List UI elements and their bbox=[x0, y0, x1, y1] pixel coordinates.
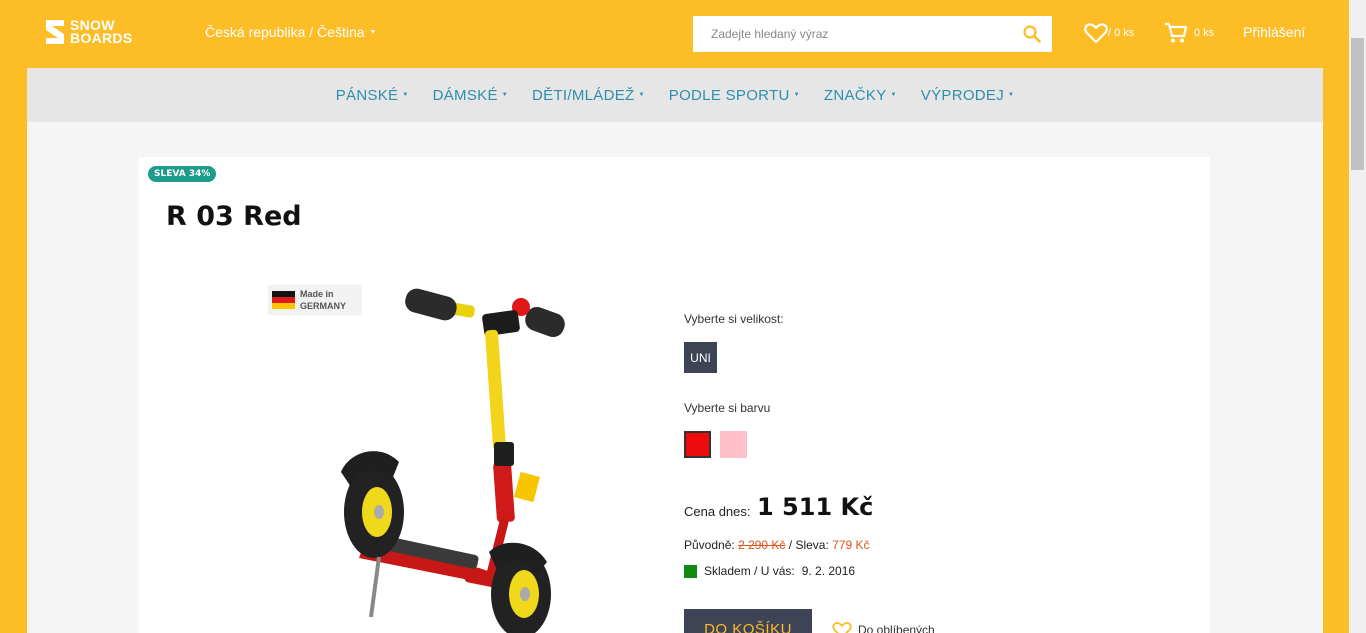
heart-icon bbox=[832, 622, 852, 633]
color-label: Vyberte si barvu bbox=[684, 401, 771, 415]
cart-count: 0 ks bbox=[1194, 27, 1215, 39]
nav-item-znacky[interactable]: ZNAČKY ▼ bbox=[812, 87, 909, 104]
favorites-link[interactable]: / 0 ks bbox=[1084, 22, 1134, 44]
discount-value: 779 Kč bbox=[832, 538, 870, 552]
search-input[interactable] bbox=[693, 16, 1012, 52]
nav-item-deti[interactable]: DĚTI/MLÁDEŽ ▼ bbox=[520, 87, 657, 104]
chevron-down-icon: ▼ bbox=[793, 92, 800, 98]
product-image[interactable] bbox=[319, 282, 579, 633]
logo-icon bbox=[46, 20, 64, 44]
color-swatch-red[interactable] bbox=[684, 431, 711, 458]
chevron-down-icon: ▼ bbox=[890, 92, 897, 98]
chevron-down-icon: ▼ bbox=[638, 92, 645, 98]
search-bar bbox=[693, 16, 1052, 52]
nav-item-vyprodej[interactable]: VÝPRODEJ ▼ bbox=[909, 87, 1027, 104]
product-price: 1 511 Kč bbox=[757, 493, 874, 521]
favorites-count: / 0 ks bbox=[1108, 27, 1135, 39]
size-label: Vyberte si velikost: bbox=[684, 312, 784, 326]
original-price-row: Původně: 2 290 Kč / Sleva: 779 Kč bbox=[684, 538, 870, 552]
product-title: R 03 Red bbox=[166, 201, 302, 232]
add-to-wishlist-button[interactable]: Do oblíbených bbox=[832, 621, 935, 633]
main-container: PÁNSKÉ ▼ DÁMSKÉ ▼ DĚTI/MLÁDEŽ ▼ PODLE SPORT… bbox=[27, 68, 1323, 633]
add-to-cart-button[interactable]: DO KOŠÍKU bbox=[684, 609, 812, 633]
stock-date: 9. 2. 2016 bbox=[801, 564, 856, 578]
original-label: Původně: bbox=[684, 538, 735, 552]
in-stock-icon bbox=[684, 564, 697, 578]
logo-line2: BOARDS bbox=[70, 30, 133, 46]
chevron-down-icon: ▼ bbox=[501, 92, 509, 98]
scrollbar-thumb[interactable] bbox=[1351, 38, 1364, 170]
main-nav: PÁNSKÉ ▼ DÁMSKÉ ▼ DĚTI/MLÁDEŽ ▼ PODLE SPORT… bbox=[27, 68, 1323, 122]
cart-icon bbox=[1165, 22, 1188, 43]
nav-item-label: ZNAČKY bbox=[823, 86, 887, 104]
login-link[interactable]: Přihlášení bbox=[1243, 24, 1305, 40]
stock-text: Skladem / U vás: bbox=[704, 564, 795, 578]
nav-item-panske[interactable]: PÁNSKÉ ▼ bbox=[324, 87, 421, 104]
chevron-down-icon: ▼ bbox=[402, 92, 409, 98]
site-logo[interactable]: SNOW BOARDS bbox=[44, 18, 132, 46]
discount-badge: SLEVA 34% bbox=[148, 166, 217, 182]
nav-item-podle-sportu[interactable]: PODLE SPORTU ▼ bbox=[657, 87, 812, 104]
locale-selector[interactable]: Česká republika / Čeština ▼ bbox=[205, 24, 376, 40]
product-card: SLEVA 34% R 03 Red Made in GERMANY Vyber… bbox=[139, 157, 1210, 633]
size-option-uni[interactable]: UNI bbox=[684, 342, 717, 373]
stock-status: Skladem / U vás: 9. 2. 2016 bbox=[684, 564, 855, 578]
price-label: Cena dnes: bbox=[684, 504, 751, 519]
logo-text: SNOW BOARDS bbox=[70, 18, 133, 46]
color-swatch-pink[interactable] bbox=[720, 431, 747, 458]
nav-item-label: DÁMSKÉ bbox=[432, 86, 498, 104]
german-flag-icon bbox=[272, 291, 295, 309]
search-button[interactable] bbox=[1012, 16, 1052, 52]
heart-icon bbox=[1084, 23, 1108, 44]
nav-item-label: VÝPRODEJ bbox=[920, 86, 1005, 104]
search-icon bbox=[1023, 25, 1041, 43]
nav-item-label: PODLE SPORTU bbox=[668, 86, 790, 104]
nav-item-label: DĚTI/MLÁDEŽ bbox=[532, 86, 635, 104]
cart-link[interactable]: 0 ks bbox=[1164, 22, 1214, 44]
locale-label: Česká republika / Čeština bbox=[205, 24, 365, 40]
original-price: 2 290 Kč bbox=[738, 538, 786, 552]
chevron-down-icon: ▼ bbox=[369, 28, 377, 36]
wishlist-label: Do oblíbených bbox=[858, 623, 935, 633]
nav-item-damske[interactable]: DÁMSKÉ ▼ bbox=[421, 87, 520, 104]
page-scrollbar[interactable] bbox=[1349, 0, 1366, 633]
chevron-down-icon: ▼ bbox=[1008, 92, 1015, 98]
nav-item-label: PÁNSKÉ bbox=[335, 86, 399, 104]
discount-label: Sleva: bbox=[795, 538, 829, 552]
